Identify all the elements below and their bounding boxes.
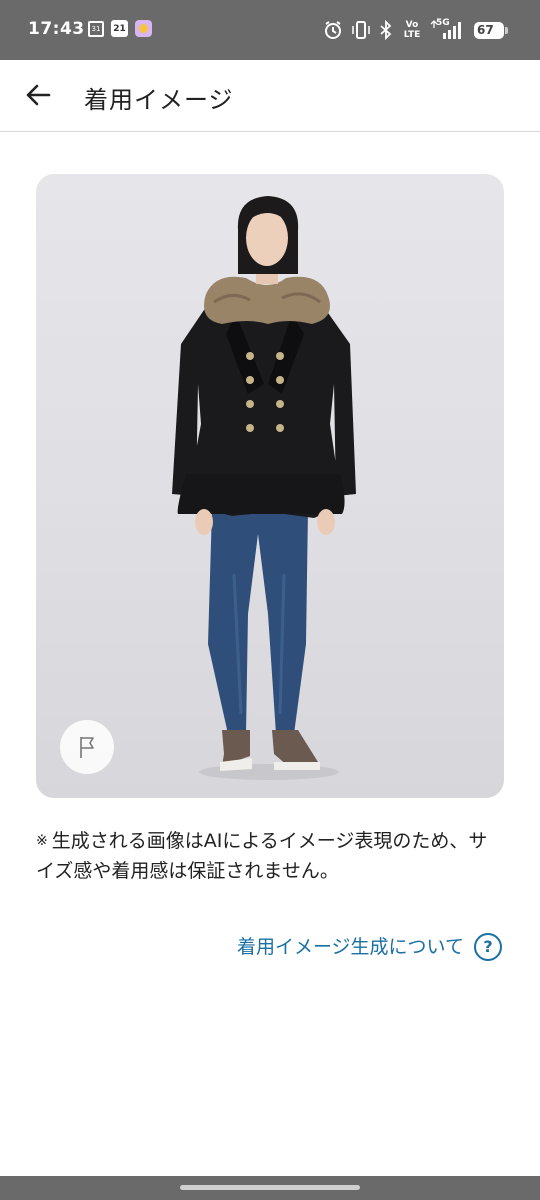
disclaimer-text: ※ 生成される画像はAIによるイメージ表現のため、サイズ感や着用感は保証されません… — [36, 826, 506, 886]
about-generation-link[interactable]: 着用イメージ生成について ? — [237, 932, 502, 962]
vibrate-icon — [352, 21, 370, 39]
report-flag-button[interactable] — [60, 720, 114, 774]
note-mark: ※ — [36, 833, 48, 849]
generated-image — [36, 174, 504, 798]
status-bar: 17:43 31 21 Vo LTE 5G 67 — [0, 0, 540, 60]
signal-icon — [430, 20, 461, 39]
status-time: 17:43 — [28, 19, 85, 39]
back-button[interactable] — [20, 77, 56, 113]
arrow-left-icon — [26, 84, 51, 106]
alarm-icon — [325, 21, 341, 39]
app-bar: 着用イメージ — [0, 60, 540, 132]
bluetooth-icon — [380, 20, 392, 40]
flag-icon — [80, 737, 94, 758]
model-illustration — [172, 196, 356, 780]
calendar-icon: 31 — [88, 21, 104, 37]
calendar-app-icon: 21 — [111, 20, 128, 37]
volte-icon: Vo LTE — [403, 20, 421, 40]
gesture-handle[interactable] — [180, 1185, 360, 1190]
disclaimer-body: 生成される画像はAIによるイメージ表現のため、サイズ感や着用感は保証されません。 — [36, 830, 488, 882]
app-notification-icon — [135, 20, 152, 37]
battery-icon: 67 — [474, 22, 508, 39]
help-circle-icon: ? — [474, 933, 502, 961]
about-generation-label: 着用イメージ生成について — [236, 936, 464, 958]
page-title: 着用イメージ — [84, 86, 234, 114]
system-nav-bar — [0, 1176, 540, 1200]
